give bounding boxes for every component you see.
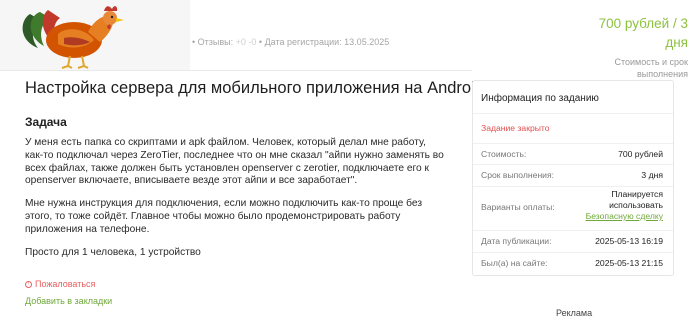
price-note-line-2: выполнения — [636, 69, 688, 79]
reviews-label: Отзывы: — [197, 37, 234, 47]
payment-value: Планируется использовать Безопасную сдел… — [586, 189, 663, 222]
price-line-1: 700 рублей / 3 — [598, 16, 688, 31]
task-description: У меня есть папка со скриптами и apk фай… — [25, 137, 445, 259]
term-value: 3 дня — [641, 170, 663, 180]
complain-icon: ! — [25, 280, 32, 288]
header: • Отзывы: +0 -0 • Дата регистрации: 13.0… — [0, 0, 700, 79]
reviews-value[interactable]: +0 -0 — [236, 37, 257, 47]
payment-row: Варианты оплаты: Планируется использоват… — [473, 186, 673, 230]
status-badge: Задание закрыто — [481, 123, 550, 133]
safe-deal-link[interactable]: Безопасную сделку — [586, 211, 663, 221]
term-label: Срок выполнения: — [481, 170, 555, 180]
published-label: Дата публикации: — [481, 236, 552, 246]
page-title: Настройка сервера для мобильного приложе… — [25, 79, 484, 97]
cost-row: Стоимость: 700 рублей — [473, 143, 673, 164]
divider — [0, 70, 472, 71]
payment-label: Варианты оплаты: — [481, 202, 555, 212]
task-heading: Задача — [25, 115, 67, 129]
profile-meta: • Отзывы: +0 -0 • Дата регистрации: 13.0… — [192, 37, 390, 47]
task-paragraph: У меня есть папка со скриптами и apk фай… — [25, 137, 444, 187]
price-block: 700 рублей / 3 дня Стоимость и срок выпо… — [568, 14, 688, 80]
online-value: 2025-05-13 21:15 — [595, 258, 663, 268]
price-line-2: дня — [665, 35, 688, 50]
status-row: Задание закрыто — [473, 113, 673, 143]
task-paragraph: Просто для 1 человека, 1 устройство — [25, 246, 201, 258]
complain-link[interactable]: ! Пожаловаться — [25, 279, 95, 289]
online-row: Был(а) на сайте: 2025-05-13 21:15 — [473, 252, 673, 276]
ads-label: Реклама — [556, 308, 593, 318]
task-main: Настройка сервера для мобильного приложе… — [25, 77, 484, 269]
info-heading: Информация по заданию — [481, 93, 599, 104]
registration-label: Дата регистрации: — [264, 37, 342, 47]
task-info-card: Информация по заданию Задание закрыто Ст… — [472, 80, 674, 276]
task-paragraph: Мне нужна инструкция для подключения, ес… — [25, 198, 423, 235]
complain-label: Пожаловаться — [35, 279, 96, 289]
add-bookmark-link[interactable]: Добавить в закладки — [25, 296, 112, 306]
cost-value: 700 рублей — [618, 149, 663, 159]
cost-label: Стоимость: — [481, 149, 527, 159]
term-row: Срок выполнения: 3 дня — [473, 164, 673, 186]
online-label: Был(а) на сайте: — [481, 258, 548, 268]
price-note-line-1: Стоимость и срок — [614, 57, 688, 67]
published-value: 2025-05-13 16:19 — [595, 236, 663, 246]
payment-line-1: Планируется — [611, 189, 663, 199]
rooster-logo — [0, 0, 190, 70]
published-row: Дата публикации: 2025-05-13 16:19 — [473, 230, 673, 252]
payment-line-2: использовать — [609, 200, 663, 210]
registration-date: 13.05.2025 — [344, 37, 390, 47]
